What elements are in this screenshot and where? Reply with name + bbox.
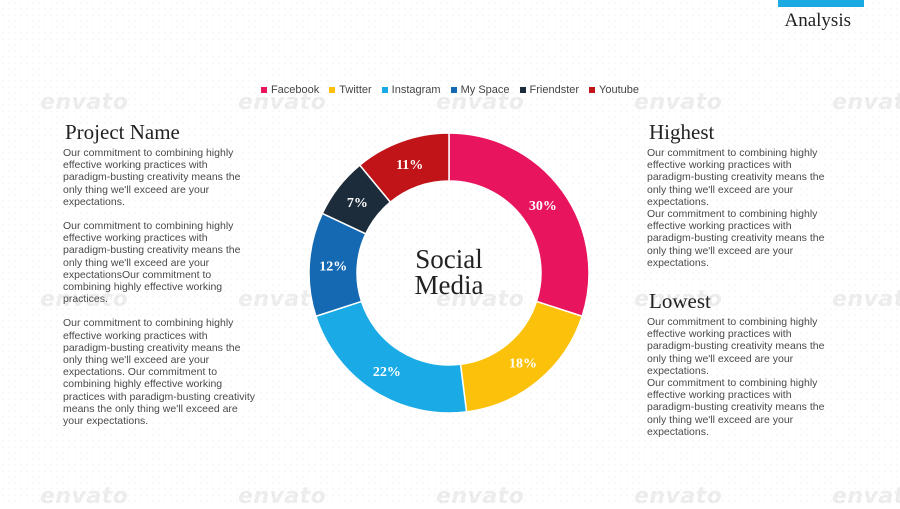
donut-chart: 30% 18% 22% 12% 7% 11% Social Media <box>300 124 598 422</box>
center-label-line-1: Social <box>415 244 483 274</box>
header-accent-bar <box>778 0 864 7</box>
legend-swatch <box>519 87 526 93</box>
paragraph: Our commitment to combining highly effec… <box>647 147 825 208</box>
project-name-title: Project Name <box>65 120 180 144</box>
legend-label: Friendster <box>529 84 580 96</box>
chart-legend: Facebook Twitter Instagram My Space Friendst… <box>0 84 900 96</box>
slice-value-label: 22% <box>373 365 401 380</box>
slice-value-label: 30% <box>529 199 557 214</box>
legend-item: My Space <box>450 84 510 96</box>
legend-swatch <box>329 87 336 93</box>
slice-value-label: 7% <box>347 196 368 211</box>
highest-title: Highest <box>649 120 715 144</box>
legend-swatch <box>381 87 388 93</box>
legend-label: Facebook <box>270 84 320 96</box>
legend-label: Twitter <box>339 84 372 96</box>
highest-text-2: Our commitment to combining highly effec… <box>647 208 839 269</box>
lowest-text-2: Our commitment to combining highly effec… <box>647 377 839 438</box>
legend-label: Instagram <box>391 84 441 96</box>
watermark: envato <box>238 484 327 509</box>
donut-slice-instagram <box>314 300 468 414</box>
lowest-text-1: Our commitment to combining highly effec… <box>647 316 839 377</box>
watermark: envato <box>634 484 723 509</box>
legend-label: My Space <box>460 84 510 96</box>
lowest-title: Lowest <box>649 289 711 313</box>
slice-value-label: 11% <box>396 158 423 173</box>
highest-text-1: Our commitment to combining highly effec… <box>647 147 839 208</box>
legend-item: Friendster <box>519 84 580 96</box>
watermark: envato <box>40 484 129 509</box>
slice-value-label: 18% <box>509 356 537 371</box>
watermark: envato <box>436 484 525 509</box>
legend-item: Youtube <box>589 84 639 96</box>
watermark: envato <box>832 484 900 509</box>
project-name-text-1: Our commitment to combining highly effec… <box>63 147 255 208</box>
paragraph: Our commitment to combining highly effec… <box>647 208 825 269</box>
legend-label: Youtube <box>599 84 640 96</box>
legend-swatch <box>450 87 457 93</box>
lowest-column: Lowest Our commitment to combining highl… <box>647 289 839 450</box>
highest-column: Highest Our commitment to combining high… <box>647 120 839 281</box>
paragraph: Our commitment to combining highly effec… <box>63 147 241 208</box>
paragraph: Our commitment to combining highly effec… <box>647 377 825 438</box>
legend-swatch <box>589 87 596 93</box>
paragraph: Our commitment to combining highly effec… <box>63 317 255 428</box>
project-name-text-2: Our commitment to combining highly effec… <box>63 220 255 305</box>
legend-item: Facebook <box>260 84 320 96</box>
page-title: Analysis <box>784 10 852 31</box>
paragraph: Our commitment to combining highly effec… <box>63 220 241 306</box>
watermark: envato <box>832 287 900 312</box>
legend-swatch <box>260 87 267 93</box>
center-label-line-2: Media <box>414 270 484 300</box>
project-name-column: Project Name Our commitment to combining… <box>63 120 255 439</box>
legend-item: Twitter <box>329 84 372 96</box>
legend-item: Instagram <box>381 84 441 96</box>
paragraph: Our commitment to combining highly effec… <box>647 316 825 377</box>
project-name-text-3: Our commitment to combining highly effec… <box>63 317 255 427</box>
